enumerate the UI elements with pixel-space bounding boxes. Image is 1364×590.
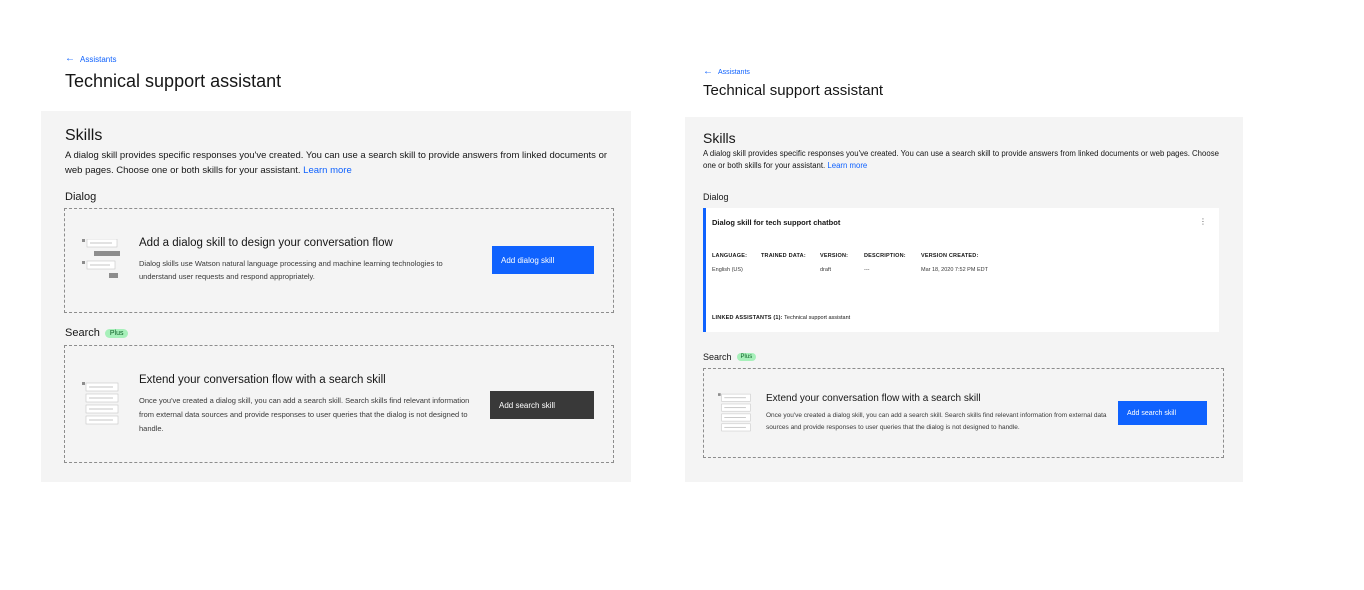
meta-trained-data: TRAINED DATA: <box>761 253 806 267</box>
search-label: Search <box>703 352 732 362</box>
skills-description: A dialog skill provides specific respons… <box>703 148 1233 172</box>
dialog-label: Dialog <box>65 191 97 203</box>
meta-version-created: VERSION CREATED: Mar 18, 2020 7:52 PM ED… <box>921 253 988 273</box>
assistant-view-empty: ← Assistants Technical support assistant… <box>0 0 640 590</box>
dialog-tile-text: Dialog skills use Watson natural languag… <box>139 259 443 282</box>
skills-description: A dialog skill provides specific respons… <box>65 148 610 178</box>
learn-more-link[interactable]: Learn more <box>827 161 867 170</box>
learn-more-link[interactable]: Learn more <box>303 165 352 176</box>
plus-plan-tag: Plus <box>104 328 129 338</box>
skills-heading: Skills <box>65 127 103 144</box>
search-tile-heading: Extend your conversation flow with a sea… <box>139 374 386 386</box>
search-tile-text: Once you've created a dialog skill, you … <box>139 396 470 433</box>
search-skill-icon <box>82 382 122 426</box>
search-section-label: Search Plus <box>65 327 129 339</box>
skills-heading: Skills <box>703 130 736 146</box>
meta-label: DESCRIPTION: <box>864 253 906 259</box>
meta-label: VERSION: <box>820 253 849 259</box>
meta-value: draft <box>820 267 832 273</box>
dialog-skill-icon <box>82 239 122 283</box>
add-search-skill-tile: Extend your conversation flow with a sea… <box>64 345 614 463</box>
meta-value: English (US) <box>712 267 743 273</box>
search-skill-icon <box>718 393 754 433</box>
add-search-skill-button[interactable]: Add search skill <box>1118 401 1207 425</box>
meta-language: LANGUAGE: English (US) <box>712 253 747 273</box>
add-search-skill-button[interactable]: Add search skill <box>490 391 594 419</box>
meta-label: TRAINED DATA: <box>761 253 806 259</box>
skills-description-text: A dialog skill provides specific respons… <box>703 149 1219 171</box>
search-section-label: Search Plus <box>703 352 757 362</box>
meta-description: DESCRIPTION: --- <box>864 253 906 273</box>
meta-label: LANGUAGE: <box>712 253 748 259</box>
meta-value: --- <box>864 267 870 273</box>
overflow-menu-icon[interactable]: ⋮ <box>1199 217 1207 226</box>
meta-value: Mar 18, 2020 7:52 PM EDT <box>921 267 988 273</box>
linked-assistants-label: LINKED ASSISTANTS (1): <box>712 315 783 321</box>
page-title: Technical support assistant <box>703 82 884 99</box>
page-title: Technical support assistant <box>65 71 282 91</box>
skills-section: Skills A dialog skill provides specific … <box>41 111 631 482</box>
dialog-label: Dialog <box>703 192 729 202</box>
back-to-assistants-link[interactable]: ← Assistants <box>65 54 116 64</box>
dialog-skill-card[interactable]: Dialog skill for tech support chatbot ⋮ … <box>703 208 1219 332</box>
skills-section: Skills A dialog skill provides specific … <box>685 117 1243 482</box>
linked-assistants-value: Technical support assistant <box>784 315 851 321</box>
assistant-view-with-dialog: ← Assistants Technical support assistant… <box>680 0 1260 590</box>
add-dialog-skill-button[interactable]: Add dialog skill <box>492 246 594 274</box>
back-link-label: Assistants <box>80 54 117 64</box>
arrow-left-icon: ← <box>703 66 713 77</box>
dialog-section-label: Dialog <box>65 191 96 203</box>
search-tile-text: Once you've created a dialog skill, you … <box>766 412 1107 432</box>
search-tile-heading: Extend your conversation flow with a sea… <box>766 393 981 404</box>
arrow-left-icon: ← <box>65 53 75 64</box>
meta-version: VERSION: draft <box>820 253 848 273</box>
meta-label: VERSION CREATED: <box>921 253 979 259</box>
back-to-assistants-link[interactable]: ← Assistants <box>703 67 750 77</box>
dialog-tile-heading: Add a dialog skill to design your conver… <box>139 237 393 249</box>
back-link-label: Assistants <box>718 68 750 76</box>
search-label: Search <box>65 327 100 339</box>
dialog-skill-card-title: Dialog skill for tech support chatbot <box>712 218 841 227</box>
linked-assistants: LINKED ASSISTANTS (1): Technical support… <box>712 315 850 321</box>
add-search-skill-tile: Extend your conversation flow with a sea… <box>703 368 1224 458</box>
plus-plan-tag: Plus <box>736 353 757 361</box>
dialog-section-label: Dialog <box>703 192 729 202</box>
add-dialog-skill-tile: Add a dialog skill to design your conver… <box>64 208 614 313</box>
